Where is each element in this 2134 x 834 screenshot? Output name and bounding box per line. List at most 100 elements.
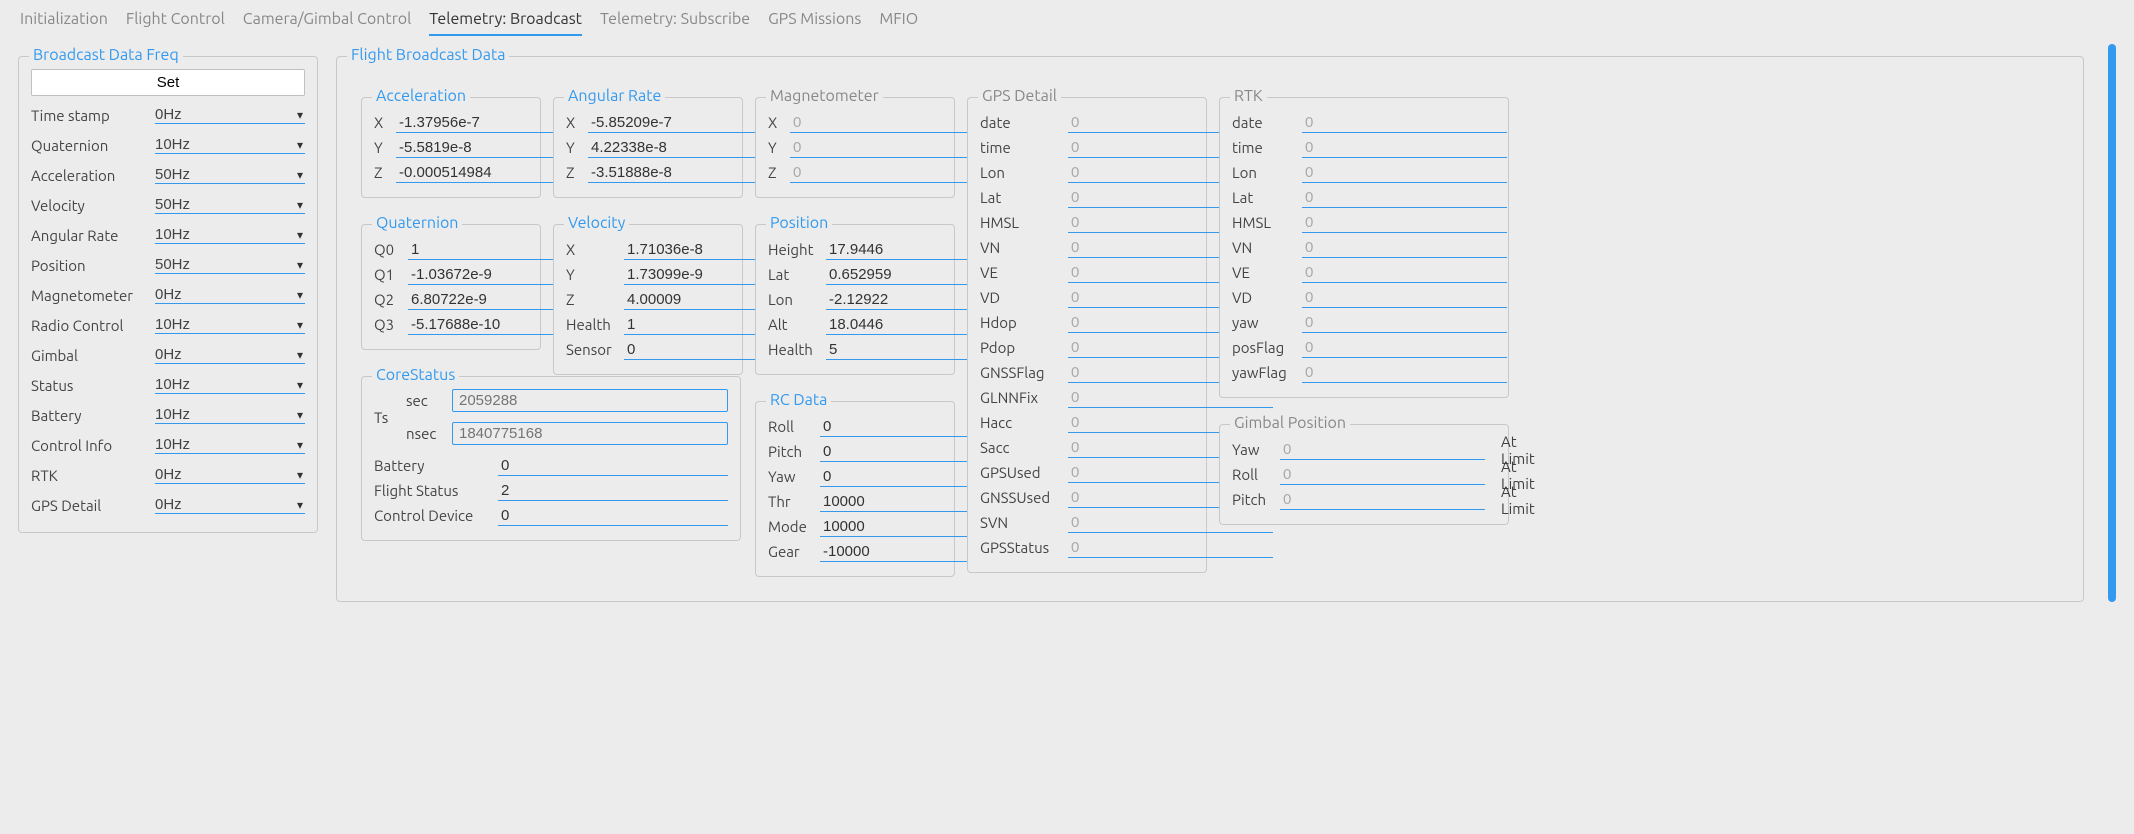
field-row: Z (768, 160, 942, 185)
main-content: Broadcast Data Freq Set Time stamp0Hz1Hz… (0, 36, 2134, 620)
field-label: GLNNFix (980, 389, 1060, 406)
field-row: Thr (768, 489, 942, 514)
field-label: Z (768, 164, 782, 181)
freq-label: GPS Detail (31, 497, 155, 514)
gimbal-input-pitch[interactable] (1280, 490, 1485, 510)
field-row: Health (768, 337, 942, 362)
field-row: Y (566, 262, 730, 287)
corestatus-group: CoreStatusTssecnsecBatteryFlight StatusC… (361, 376, 741, 541)
field-row: Z (566, 287, 730, 312)
field-label: Y (768, 139, 782, 156)
freq-row: Acceleration0Hz1Hz10Hz50Hz100Hz (31, 160, 305, 190)
freq-select-control-info[interactable]: 0Hz1Hz10Hz50Hz100Hz (155, 436, 305, 454)
tab-mfio[interactable]: MFIO (879, 4, 918, 36)
field-label: Lat (1232, 189, 1294, 206)
field-label: Gear (768, 543, 812, 560)
angular-rate-group: Angular RateXYZ (553, 97, 743, 198)
position-group: PositionHeightLatLonAltHealth (755, 224, 955, 375)
field-label: Hacc (980, 414, 1060, 431)
field-input-y[interactable] (790, 138, 995, 158)
field-input-control-device[interactable] (498, 506, 728, 526)
core-timestamp-row: Tssecnsec (374, 389, 728, 445)
freq-label: Magnetometer (31, 287, 155, 304)
field-row: GPSStatus (980, 535, 1194, 560)
field-row: date (1232, 110, 1496, 135)
field-input-battery[interactable] (498, 456, 728, 476)
field-row: date (980, 110, 1194, 135)
freq-select-radio-control[interactable]: 0Hz1Hz10Hz50Hz100Hz (155, 316, 305, 334)
field-row: Hacc (980, 410, 1194, 435)
freq-select-rtk[interactable]: 0Hz1Hz10Hz50Hz100Hz (155, 466, 305, 484)
freq-row: Radio Control0Hz1Hz10Hz50Hz100Hz (31, 310, 305, 340)
field-label: Lat (768, 266, 818, 283)
field-label: Flight Status (374, 482, 490, 499)
tab-telemetry-subscribe[interactable]: Telemetry: Subscribe (600, 4, 750, 36)
quaternion-group: QuaternionQ0Q1Q2Q3 (361, 224, 541, 350)
tab-gps-missions[interactable]: GPS Missions (768, 4, 861, 36)
field-row: X (566, 237, 730, 262)
freq-select-angular-rate[interactable]: 0Hz1Hz10Hz50Hz100Hz (155, 226, 305, 244)
freq-row: Angular Rate0Hz1Hz10Hz50Hz100Hz (31, 220, 305, 250)
tab-telemetry-broadcast[interactable]: Telemetry: Broadcast (429, 4, 582, 36)
field-input-z[interactable] (790, 163, 995, 183)
field-row: GNSSUsed (980, 485, 1194, 510)
field-row: VE (980, 260, 1194, 285)
field-input-time[interactable] (1302, 138, 1507, 158)
field-row: Pdop (980, 335, 1194, 360)
scroll-indicator[interactable] (2108, 44, 2116, 602)
field-input-flight-status[interactable] (498, 481, 728, 501)
field-row: Lat (768, 262, 942, 287)
field-input-hmsl[interactable] (1302, 213, 1507, 233)
set-button[interactable]: Set (31, 69, 305, 96)
field-row: Control Device (374, 503, 728, 528)
field-row: VE (1232, 260, 1496, 285)
field-row: Mode (768, 514, 942, 539)
freq-row: RTK0Hz1Hz10Hz50Hz100Hz (31, 460, 305, 490)
tab-flight-control[interactable]: Flight Control (126, 4, 225, 36)
tab-initialization[interactable]: Initialization (20, 4, 108, 36)
freq-select-acceleration[interactable]: 0Hz1Hz10Hz50Hz100Hz (155, 166, 305, 184)
field-row: GLNNFix (980, 385, 1194, 410)
field-label: VD (980, 289, 1060, 306)
field-input-yaw[interactable] (1302, 313, 1507, 333)
field-input-ve[interactable] (1302, 263, 1507, 283)
freq-select-magnetometer[interactable]: 0Hz1Hz10Hz50Hz100Hz (155, 286, 305, 304)
field-input-lon[interactable] (1302, 163, 1507, 183)
field-row: Flight Status (374, 478, 728, 503)
field-input-x[interactable] (790, 113, 995, 133)
freq-select-time-stamp[interactable]: 0Hz1Hz10Hz50Hz100Hz (155, 106, 305, 124)
field-row: Y (566, 135, 730, 160)
gimbal-input-roll[interactable] (1280, 465, 1485, 485)
field-input-vn[interactable] (1302, 238, 1507, 258)
freq-label: Time stamp (31, 107, 155, 124)
field-label: Yaw (768, 468, 812, 485)
freq-label: Status (31, 377, 155, 394)
tab-camera-gimbal-control[interactable]: Camera/Gimbal Control (243, 4, 412, 36)
field-input-vd[interactable] (1302, 288, 1507, 308)
freq-select-position[interactable]: 0Hz1Hz10Hz50Hz100Hz (155, 256, 305, 274)
freq-row: Control Info0Hz1Hz10Hz50Hz100Hz (31, 430, 305, 460)
core-ts-input-nsec[interactable] (452, 422, 728, 445)
field-row: yawFlag (1232, 360, 1496, 385)
freq-select-gps-detail[interactable]: 0Hz1Hz10Hz50Hz100Hz (155, 496, 305, 514)
field-input-lat[interactable] (1302, 188, 1507, 208)
broadcast-data-freq-group: Broadcast Data Freq Set Time stamp0Hz1Hz… (18, 56, 318, 533)
freq-select-status[interactable]: 0Hz1Hz10Hz50Hz100Hz (155, 376, 305, 394)
core-ts-input-sec[interactable] (452, 389, 728, 412)
freq-select-battery[interactable]: 0Hz1Hz10Hz50Hz100Hz (155, 406, 305, 424)
field-input-posflag[interactable] (1302, 338, 1507, 358)
rc-data-title: RC Data (766, 391, 831, 409)
field-input-yawflag[interactable] (1302, 363, 1507, 383)
freq-row: Time stamp0Hz1Hz10Hz50Hz100Hz (31, 100, 305, 130)
field-row: Q2 (374, 287, 528, 312)
field-input-gpsstatus[interactable] (1068, 538, 1273, 558)
field-label: Health (566, 316, 616, 333)
freq-select-quaternion[interactable]: 0Hz1Hz10Hz50Hz100Hz (155, 136, 305, 154)
gimbal-input-yaw[interactable] (1280, 440, 1485, 460)
freq-select-gimbal[interactable]: 0Hz1Hz10Hz50Hz100Hz (155, 346, 305, 364)
field-row: Yaw (768, 464, 942, 489)
freq-select-velocity[interactable]: 0Hz1Hz10Hz50Hz100Hz (155, 196, 305, 214)
field-row: VD (1232, 285, 1496, 310)
field-input-date[interactable] (1302, 113, 1507, 133)
field-row: Sensor (566, 337, 730, 362)
